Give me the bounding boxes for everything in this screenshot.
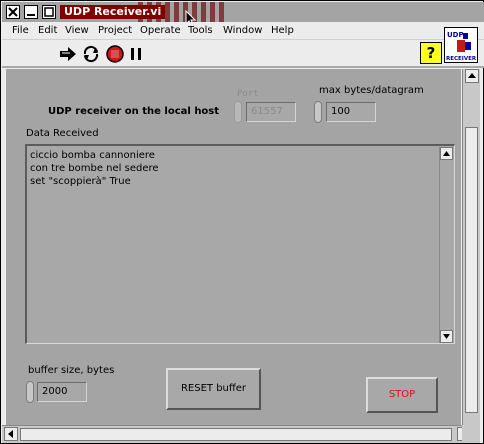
run-button[interactable] — [58, 44, 78, 64]
menu-help[interactable]: Help — [271, 25, 294, 37]
max-bytes-field[interactable]: 100 — [326, 102, 376, 122]
front-panel: Port 61557 max bytes/datagram 100 UDP re… — [6, 69, 461, 425]
stop-button[interactable]: STOP — [366, 377, 438, 413]
svg-text:UDP: UDP — [447, 31, 464, 39]
max-bytes-spinner[interactable] — [314, 101, 322, 123]
minimize-window-button[interactable] — [24, 5, 38, 19]
buffer-size-spinner[interactable] — [26, 381, 34, 403]
max-bytes-label: max bytes/datagram — [319, 85, 424, 96]
data-received-label: Data Received — [26, 128, 99, 139]
port-spinner — [234, 101, 242, 123]
menu-file[interactable]: File — [12, 25, 29, 37]
data-received-scrollbar[interactable] — [439, 147, 453, 343]
arrow-up-icon — [468, 73, 476, 78]
abort-button[interactable] — [105, 44, 125, 64]
data-received-textbox[interactable]: ciccio bomba cannoniere con tre bombe ne… — [25, 144, 455, 344]
title-bar[interactable]: UDP Receiver.vi — [2, 2, 484, 22]
window-scroll-left-button[interactable] — [4, 427, 18, 441]
close-window-button[interactable] — [6, 5, 20, 19]
arrow-up-icon — [443, 151, 450, 156]
maximize-icon — [44, 7, 54, 17]
buffer-size-field[interactable]: 2000 — [37, 382, 87, 402]
window-horizontal-scroll-thumb[interactable] — [20, 428, 452, 441]
menu-operate[interactable]: Operate — [140, 25, 181, 37]
window-vertical-scrollbar[interactable] — [462, 69, 480, 425]
data-received-content: ciccio bomba cannoniere con tre bombe ne… — [30, 150, 159, 187]
scroll-up-button[interactable] — [440, 147, 453, 160]
abort-icon — [106, 45, 124, 63]
run-arrow-icon — [60, 47, 76, 61]
arrow-left-icon — [8, 430, 13, 438]
window-vertical-scroll-thumb[interactable] — [465, 127, 478, 413]
svg-text:RECEIVER: RECEIVER — [446, 56, 477, 62]
menu-edit[interactable]: Edit — [38, 25, 57, 37]
window-scroll-up-button[interactable] — [465, 69, 479, 83]
menu-project[interactable]: Project — [98, 25, 132, 37]
maximize-window-button[interactable] — [42, 5, 56, 19]
scroll-down-button[interactable] — [440, 330, 453, 343]
window-horizontal-scrollbar[interactable] — [2, 425, 480, 443]
panel-heading: UDP receiver on the local host — [48, 106, 220, 117]
toolbar: ? — [2, 40, 484, 68]
minimize-icon — [27, 14, 35, 16]
port-label: Port — [237, 89, 259, 99]
window-title: UDP Receiver.vi — [60, 5, 166, 19]
context-help-button[interactable]: ? — [420, 42, 442, 64]
menu-window[interactable]: Window — [223, 25, 262, 37]
buffer-size-label: buffer size, bytes — [28, 365, 115, 376]
arrow-down-icon — [443, 334, 450, 339]
pause-icon — [131, 48, 141, 60]
vi-window: UDP Receiver.vi File Edit View Project O… — [0, 0, 484, 444]
udp-receiver-icon: UDP RECEIVER — [446, 31, 477, 62]
reset-buffer-button[interactable]: RESET buffer — [166, 368, 261, 410]
menu-tools[interactable]: Tools — [188, 25, 213, 37]
run-continuously-button[interactable] — [81, 44, 101, 64]
vi-icon: UDP RECEIVER — [444, 27, 478, 63]
menu-bar: File Edit View Project Operate Tools Win… — [2, 22, 484, 40]
menu-view[interactable]: View — [65, 25, 89, 37]
port-field: 61557 — [246, 102, 296, 122]
pause-button[interactable] — [126, 44, 146, 64]
run-continuously-icon — [83, 45, 99, 63]
scrollbar-corner — [462, 425, 480, 443]
close-icon — [8, 7, 18, 17]
